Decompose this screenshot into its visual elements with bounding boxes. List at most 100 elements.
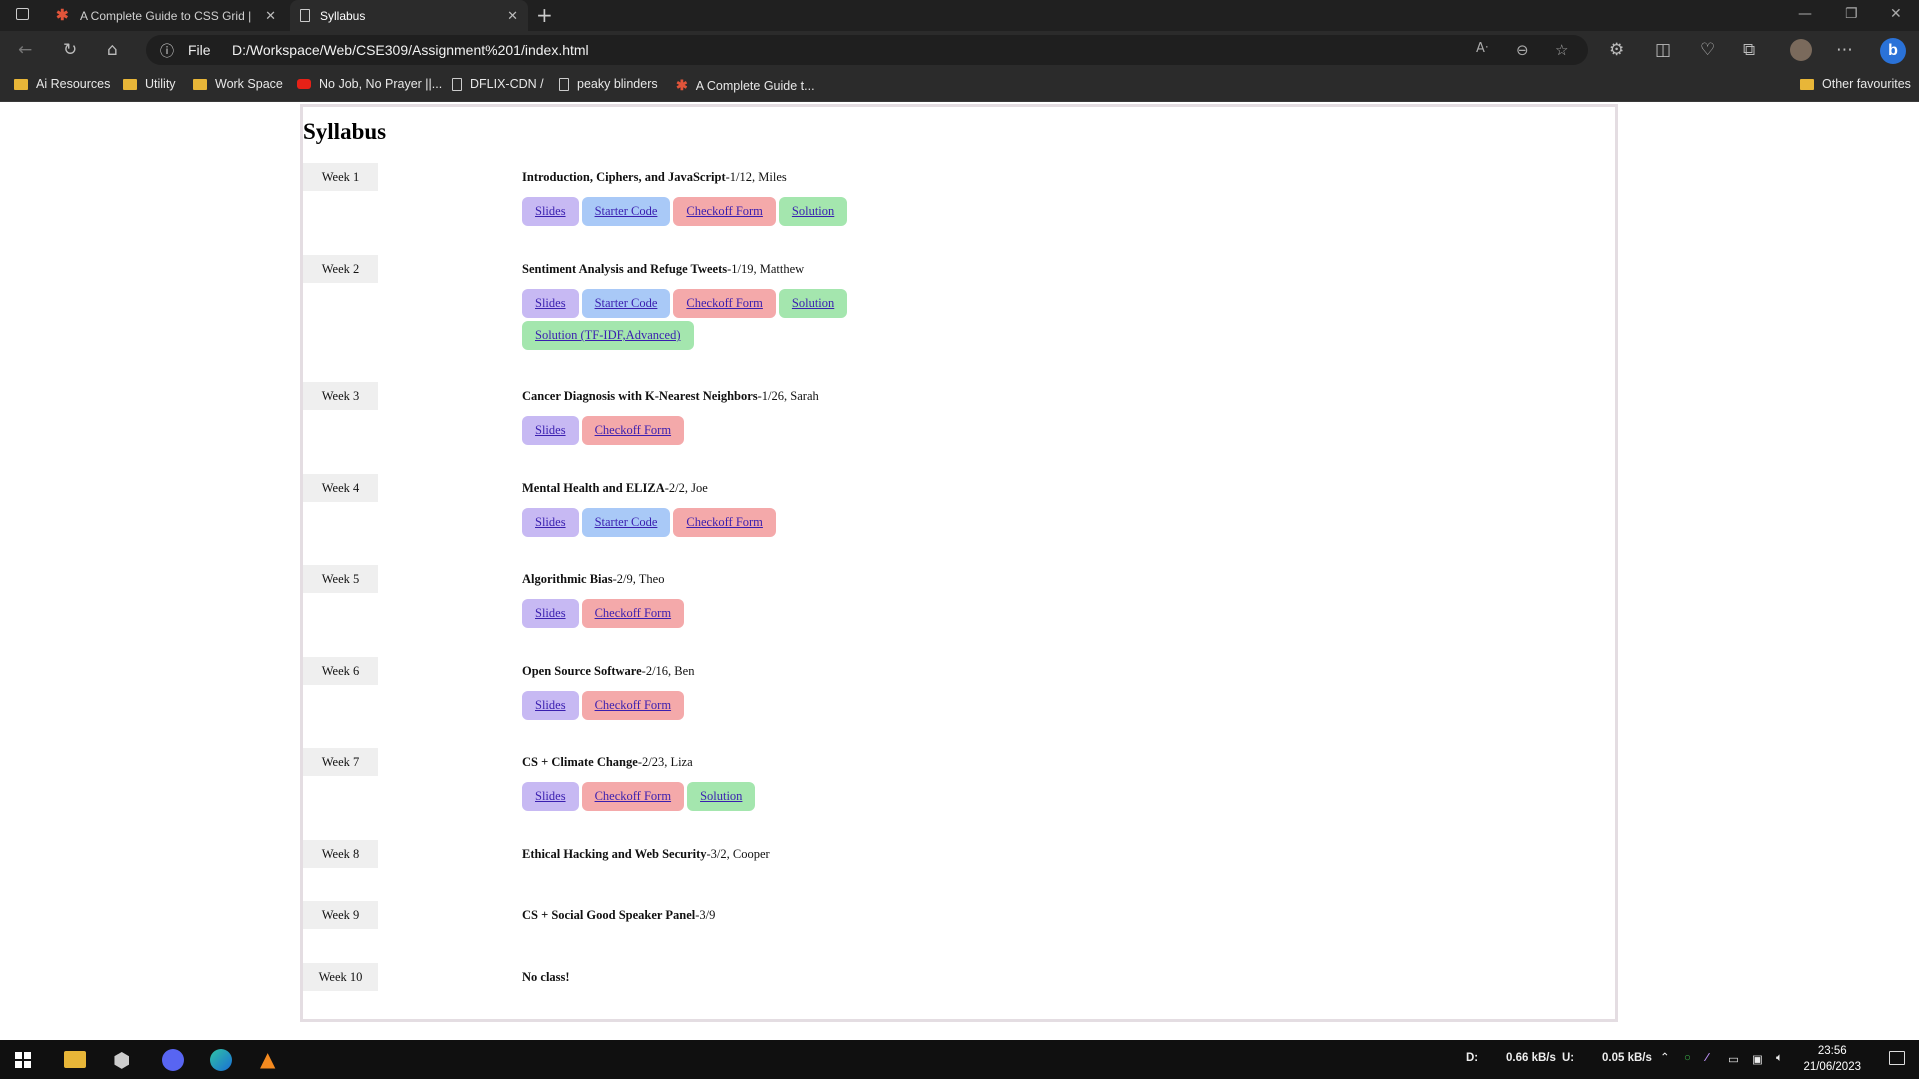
- edge-icon[interactable]: [210, 1049, 232, 1071]
- bookmark-other-favourites[interactable]: Other favourites: [1800, 77, 1911, 91]
- minimize-icon[interactable]: —: [1798, 6, 1812, 22]
- css-tricks-asterisk-icon: ✱: [676, 77, 688, 93]
- checkoff-form-link[interactable]: Checkoff Form: [673, 197, 776, 226]
- checkoff-form-link[interactable]: Checkoff Form: [581, 691, 685, 720]
- new-tab-icon[interactable]: +: [536, 3, 553, 27]
- solution-link[interactable]: Solution: [778, 197, 848, 226]
- read-aloud-icon[interactable]: Aᐧ: [1476, 41, 1488, 56]
- checkoff-form-link[interactable]: Checkoff Form: [673, 508, 776, 537]
- solution-link[interactable]: Solution: [778, 289, 848, 318]
- week-label: Week 10: [303, 963, 378, 991]
- slides-link[interactable]: Slides: [522, 782, 579, 811]
- battery-icon[interactable]: ▭: [1728, 1052, 1739, 1066]
- chevron-up-icon[interactable]: ⌃: [1660, 1050, 1670, 1064]
- notification-icon[interactable]: [1889, 1051, 1905, 1065]
- more-options-icon[interactable]: ⋯: [1836, 40, 1853, 60]
- vlc-icon[interactable]: ▲: [260, 1049, 275, 1069]
- lesson-title-line: Cancer Diagnosis with K-Nearest Neighbor…: [522, 389, 819, 404]
- resource-links: Slides Checkoff Form: [522, 416, 922, 448]
- bookmark-utility[interactable]: Utility: [123, 77, 176, 91]
- bookmark-label: Work Space: [215, 77, 283, 91]
- checkoff-form-link[interactable]: Checkoff Form: [581, 416, 685, 445]
- week-label: Week 8: [303, 840, 378, 868]
- slides-link[interactable]: Slides: [522, 599, 579, 628]
- lesson-title-line: CS + Social Good Speaker Panel-3/9: [522, 908, 715, 923]
- info-icon[interactable]: ⓘ: [160, 41, 174, 61]
- resource-links: Slides Starter Code Checkoff Form: [522, 508, 922, 540]
- bookmark-label: A Complete Guide t...: [695, 78, 815, 93]
- status-dot-icon: ○: [1684, 1052, 1691, 1064]
- tab-syllabus[interactable]: Syllabus ✕: [290, 0, 528, 31]
- checkoff-form-link[interactable]: Checkoff Form: [581, 782, 685, 811]
- lesson-title-line: Open Source Software-2/16, Ben: [522, 664, 694, 679]
- address-bar[interactable]: ⓘ File D:/Workspace/Web/CSE309/Assignmen…: [146, 35, 1588, 65]
- checkoff-form-link[interactable]: Checkoff Form: [581, 599, 685, 628]
- clock[interactable]: 23:56 21/06/2023: [1803, 1043, 1861, 1075]
- slides-link[interactable]: Slides: [522, 691, 579, 720]
- starter-code-link[interactable]: Starter Code: [581, 197, 671, 226]
- bookmark-no-job[interactable]: No Job, No Prayer ||...: [297, 77, 442, 91]
- unity-icon[interactable]: ⬢: [113, 1050, 130, 1070]
- week-label: Week 7: [303, 748, 378, 776]
- folder-icon: [14, 78, 28, 90]
- net-up-label: U:: [1562, 1052, 1575, 1064]
- page-icon: [559, 77, 569, 91]
- zoom-icon[interactable]: ⊖: [1516, 41, 1529, 59]
- volume-icon[interactable]: 🔈︎: [1776, 1052, 1783, 1065]
- net-down-label: D:: [1466, 1052, 1479, 1064]
- slides-link[interactable]: Slides: [522, 508, 579, 537]
- pen-icon[interactable]: ∕: [1706, 1052, 1708, 1064]
- back-icon[interactable]: ←: [18, 40, 32, 60]
- bookmarks-bar: Ai Resources Utility Work Space No Job, …: [0, 70, 1919, 102]
- week-label: Week 2: [303, 255, 378, 283]
- lesson-meta: -2/23, Liza: [637, 755, 693, 769]
- close-tab-icon[interactable]: ✕: [507, 8, 518, 24]
- refresh-icon[interactable]: ↻: [63, 40, 77, 60]
- solution-link[interactable]: Solution (TF-IDF,Advanced): [522, 321, 694, 350]
- discord-icon[interactable]: [162, 1049, 184, 1071]
- network-icon[interactable]: ▣: [1752, 1052, 1763, 1066]
- lesson-title: CS + Climate Change: [522, 755, 638, 769]
- checkoff-form-link[interactable]: Checkoff Form: [673, 289, 776, 318]
- bookmark-work-space[interactable]: Work Space: [193, 77, 283, 91]
- bookmark-dflix[interactable]: DFLIX-CDN /: [452, 77, 544, 91]
- windows-start-icon[interactable]: [15, 1052, 31, 1068]
- bookmark-ai-resources[interactable]: Ai Resources: [14, 77, 110, 91]
- bing-copilot-icon[interactable]: b: [1880, 38, 1906, 64]
- extensions-icon[interactable]: ⚙: [1609, 40, 1624, 60]
- page-icon: [452, 77, 462, 91]
- url-text[interactable]: D:/Workspace/Web/CSE309/Assignment%201/i…: [232, 42, 589, 58]
- lesson-title: Open Source Software: [522, 664, 642, 678]
- starter-code-link[interactable]: Starter Code: [581, 289, 671, 318]
- close-window-icon[interactable]: ✕: [1890, 6, 1902, 22]
- home-icon[interactable]: ⌂: [107, 40, 118, 60]
- file-explorer-icon[interactable]: [64, 1051, 86, 1068]
- slides-link[interactable]: Slides: [522, 289, 579, 318]
- solution-link[interactable]: Solution: [687, 782, 756, 811]
- favorite-star-icon[interactable]: ☆: [1555, 41, 1568, 59]
- lesson-title-line: Algorithmic Bias-2/9, Theo: [522, 572, 664, 587]
- resource-links: Slides Checkoff Form: [522, 691, 922, 723]
- net-up-value: 0.05 kB/s: [1602, 1052, 1652, 1064]
- tab-css-grid-guide[interactable]: ✱ A Complete Guide to CSS Grid | ✕: [46, 0, 286, 31]
- week-label: Week 5: [303, 565, 378, 593]
- profile-avatar[interactable]: [1790, 39, 1812, 61]
- lesson-title: Sentiment Analysis and Refuge Tweets: [522, 262, 728, 276]
- tab-label: Syllabus: [320, 8, 366, 23]
- split-screen-icon[interactable]: ◫: [1655, 40, 1671, 60]
- windows-taskbar: ⬢ ▲ D: 0.66 kB/s U: 0.05 kB/s ⌃ ○ ∕ ▭ ▣ …: [0, 1040, 1919, 1079]
- css-tricks-asterisk-icon: ✱: [56, 6, 69, 24]
- restore-icon[interactable]: ❐: [1845, 6, 1858, 22]
- browser-essentials-icon[interactable]: ♡: [1700, 40, 1715, 60]
- clock-date: 21/06/2023: [1803, 1061, 1861, 1073]
- lesson-meta: -1/12, Miles: [725, 170, 787, 184]
- starter-code-link[interactable]: Starter Code: [581, 508, 671, 537]
- page-title: Syllabus: [303, 119, 387, 144]
- bookmark-css-guide[interactable]: ✱ A Complete Guide t...: [676, 77, 815, 94]
- tab-actions-icon[interactable]: [16, 8, 29, 20]
- bookmark-peaky-blinders[interactable]: peaky blinders: [559, 77, 658, 91]
- slides-link[interactable]: Slides: [522, 197, 579, 226]
- close-tab-icon[interactable]: ✕: [265, 8, 276, 24]
- collections-icon[interactable]: ⧉: [1743, 40, 1755, 60]
- slides-link[interactable]: Slides: [522, 416, 579, 445]
